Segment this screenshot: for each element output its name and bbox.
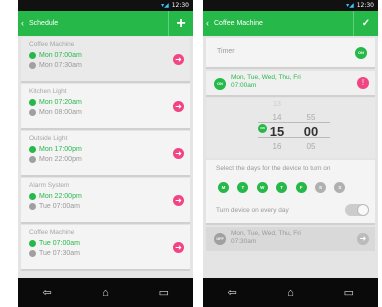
minute-value: 05 <box>306 142 316 151</box>
back-chevron-icon[interactable]: ‹ <box>21 11 24 36</box>
device-detail-screen: ▾◢ 12:30 ‹ Coffee Machine ✓ Timer ON ON M… <box>203 0 378 307</box>
on-time: Mon 22:00pm <box>39 192 82 200</box>
off-schedule-text: Mon, Tue, Wed, Thu, Fri 07:30am <box>231 230 301 246</box>
arrow-right-icon[interactable]: ➜ <box>173 195 184 206</box>
off-icon <box>29 108 36 116</box>
timer-row: Timer ON <box>206 38 375 69</box>
status-time: 12:30 <box>356 2 374 9</box>
day-sun-button[interactable]: S <box>334 182 346 193</box>
schedule-list: Coffee Machine Mon 07:00am Mon 07:30am ➜… <box>18 36 193 278</box>
back-chevron-icon[interactable]: ‹ <box>206 11 209 36</box>
day-mon-button[interactable]: M <box>218 182 229 193</box>
day-buttons: M T W T F S S <box>218 182 354 193</box>
on-badge: ON <box>214 78 226 90</box>
on-time: Mon 07:20am <box>39 98 82 106</box>
hour-value: 13 <box>273 101 281 108</box>
item-name: Coffee Machine <box>29 229 75 236</box>
off-time: Mon 22:00pm <box>39 155 82 163</box>
day-sat-button[interactable]: S <box>314 182 326 193</box>
back-icon[interactable]: ⇦ <box>217 286 247 299</box>
day-thu-button[interactable]: T <box>276 182 288 193</box>
list-item[interactable]: Kitchen Light Mon 07:20am Mon 08:00am ➜ <box>21 84 190 130</box>
on-icon <box>29 98 36 106</box>
off-badge: OFF <box>214 233 226 245</box>
alert-icon[interactable]: ! <box>357 77 369 89</box>
hour-value: 16 <box>272 142 282 151</box>
off-time: Tue 07:00am <box>39 202 80 210</box>
on-icon <box>29 51 36 59</box>
list-item[interactable]: Coffee Machine Tue 07:00am Tue 07:30am ➜ <box>21 225 190 271</box>
minute-value <box>296 98 326 111</box>
off-days: Mon, Tue, Wed, Thu, Fri <box>231 230 301 237</box>
off-icon <box>29 249 36 257</box>
day-wed-button[interactable]: W <box>256 182 268 193</box>
confirm-button[interactable]: ✓ <box>353 11 378 36</box>
off-icon <box>29 155 36 163</box>
day-tue-button[interactable]: T <box>237 182 249 193</box>
hour-wheel[interactable]: 13 14 15 16 <box>262 98 292 153</box>
timer-label: Timer <box>217 48 235 55</box>
on-icon <box>29 239 36 247</box>
app-bar: ‹ Schedule + <box>18 11 193 36</box>
status-bar: ▾◢ 12:30 <box>203 0 378 11</box>
arrow-right-icon[interactable]: ➜ <box>173 54 184 65</box>
minute-selected: 00 <box>303 124 319 139</box>
list-item[interactable]: Outside Light Mon 17:00pm Mon 22:00pm ➜ <box>21 131 190 177</box>
item-name: Coffee Machine <box>29 41 75 48</box>
on-icon <box>29 192 36 200</box>
app-bar: ‹ Coffee Machine ✓ <box>203 11 378 36</box>
on-days: Mon, Tue, Wed, Thu, Fri <box>231 74 301 81</box>
on-time: Tue 07:00am <box>39 239 80 247</box>
day-selector: Select the days for the device to turn o… <box>206 160 375 225</box>
recents-icon[interactable]: ▭ <box>334 286 364 299</box>
off-icon <box>29 202 36 210</box>
arrow-right-icon[interactable]: ➜ <box>173 242 184 253</box>
on-time: Mon 17:00pm <box>39 145 82 153</box>
off-time: Mon 07:30am <box>39 61 82 69</box>
hour-value: 14 <box>272 113 282 122</box>
arrow-right-icon[interactable]: ➜ <box>173 148 184 159</box>
off-time: Tue 07:30am <box>39 249 80 257</box>
item-name: Kitchen Light <box>29 88 67 95</box>
add-button[interactable]: + <box>168 11 193 36</box>
day-fri-button[interactable]: F <box>295 182 307 193</box>
item-name: Alarm System <box>29 182 70 189</box>
every-day-toggle[interactable] <box>345 204 369 216</box>
home-icon[interactable]: ⌂ <box>275 287 305 299</box>
arrow-right-icon[interactable]: ➜ <box>357 233 369 245</box>
days-question: Select the days for the device to turn o… <box>216 165 331 172</box>
off-icon <box>29 61 36 69</box>
list-item[interactable]: Coffee Machine Mon 07:00am Mon 07:30am ➜ <box>21 37 190 83</box>
page-title: Coffee Machine <box>214 20 263 27</box>
status-time: 12:30 <box>171 2 189 9</box>
every-day-label: Turn device on every day <box>216 207 289 214</box>
system-nav-bar: ⇦ ⌂ ▭ <box>203 278 378 307</box>
back-icon[interactable]: ⇦ <box>32 286 62 299</box>
minute-value: 55 <box>306 113 316 122</box>
list-item[interactable]: Alarm System Mon 22:00pm Tue 07:00am ➜ <box>21 178 190 224</box>
minute-wheel[interactable]: 55 00 05 <box>296 98 326 153</box>
signal-icon: ▾◢ <box>161 2 169 9</box>
schedule-screen: ▾◢ 12:30 ‹ Schedule + Coffee Machine Mon … <box>18 0 193 307</box>
page-title: Schedule <box>29 20 59 27</box>
system-nav-bar: ⇦ ⌂ ▭ <box>18 278 193 307</box>
signal-icon: ▾◢ <box>346 2 354 9</box>
on-time: 07:00am <box>231 82 257 89</box>
on-icon <box>29 145 36 153</box>
item-name: Outside Light <box>29 135 68 142</box>
on-schedule-text: Mon, Tue, Wed, Thu, Fri 07:00am <box>231 74 301 90</box>
recents-icon[interactable]: ▭ <box>149 286 179 299</box>
timer-toggle[interactable]: ON <box>355 47 367 59</box>
off-schedule-row[interactable]: OFF Mon, Tue, Wed, Thu, Fri 07:30am ➜ <box>206 227 375 251</box>
status-bar: ▾◢ 12:30 <box>18 0 193 11</box>
off-time: 07:30am <box>231 238 257 245</box>
home-icon[interactable]: ⌂ <box>90 287 120 299</box>
toggle-knob <box>357 204 369 216</box>
on-schedule-row[interactable]: ON Mon, Tue, Wed, Thu, Fri 07:00am ! <box>206 71 375 97</box>
off-time: Mon 08:00am <box>39 108 82 116</box>
on-time: Mon 07:00am <box>39 51 82 59</box>
arrow-right-icon[interactable]: ➜ <box>173 101 184 112</box>
time-picker[interactable]: ON 13 14 15 16 55 00 05 <box>206 98 375 158</box>
hour-selected: 15 <box>269 124 285 139</box>
